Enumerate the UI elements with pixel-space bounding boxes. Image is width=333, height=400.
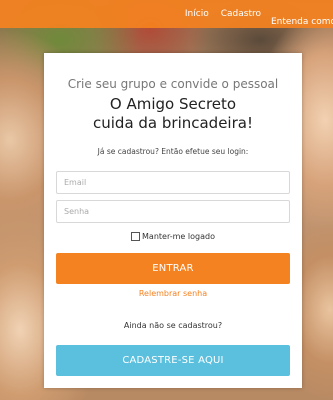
remember-me[interactable]: Manter-me logado [44, 232, 302, 241]
nav-link-entenda-wrapper: Entenda como [271, 9, 333, 28]
login-prompt: Já se cadastrou? Então efetue seu login: [97, 147, 249, 156]
email-field[interactable] [56, 171, 290, 194]
headline-line-2: cuida da brincadeira! [93, 114, 253, 132]
remember-label: Manter-me logado [142, 232, 215, 241]
headline-line-1: O Amigo Secreto [109, 95, 237, 113]
main-nav: Início Cadastro Entenda como [185, 9, 333, 28]
nav-link-entenda[interactable]: Entenda como [271, 17, 333, 27]
forgot-password-link[interactable]: Relembrar senha [44, 289, 302, 298]
top-navbar: Início Cadastro Entenda como [0, 0, 333, 28]
password-field[interactable] [56, 200, 290, 223]
signup-button[interactable]: CADASTRE-SE AQUI [56, 345, 290, 376]
login-card: Crie seu grupo e convide o pessoal O Ami… [44, 53, 302, 388]
nav-link-cadastro[interactable]: Cadastro [221, 9, 261, 28]
nav-link-inicio[interactable]: Início [185, 9, 209, 28]
headline: O Amigo Secreto cuida da brincadeira! [44, 95, 302, 133]
tagline: Crie seu grupo e convide o pessoal [67, 77, 279, 91]
remember-checkbox[interactable] [131, 232, 141, 241]
not-registered-text: Ainda não se cadastrou? [123, 321, 223, 330]
login-button[interactable]: ENTRAR [56, 253, 290, 284]
